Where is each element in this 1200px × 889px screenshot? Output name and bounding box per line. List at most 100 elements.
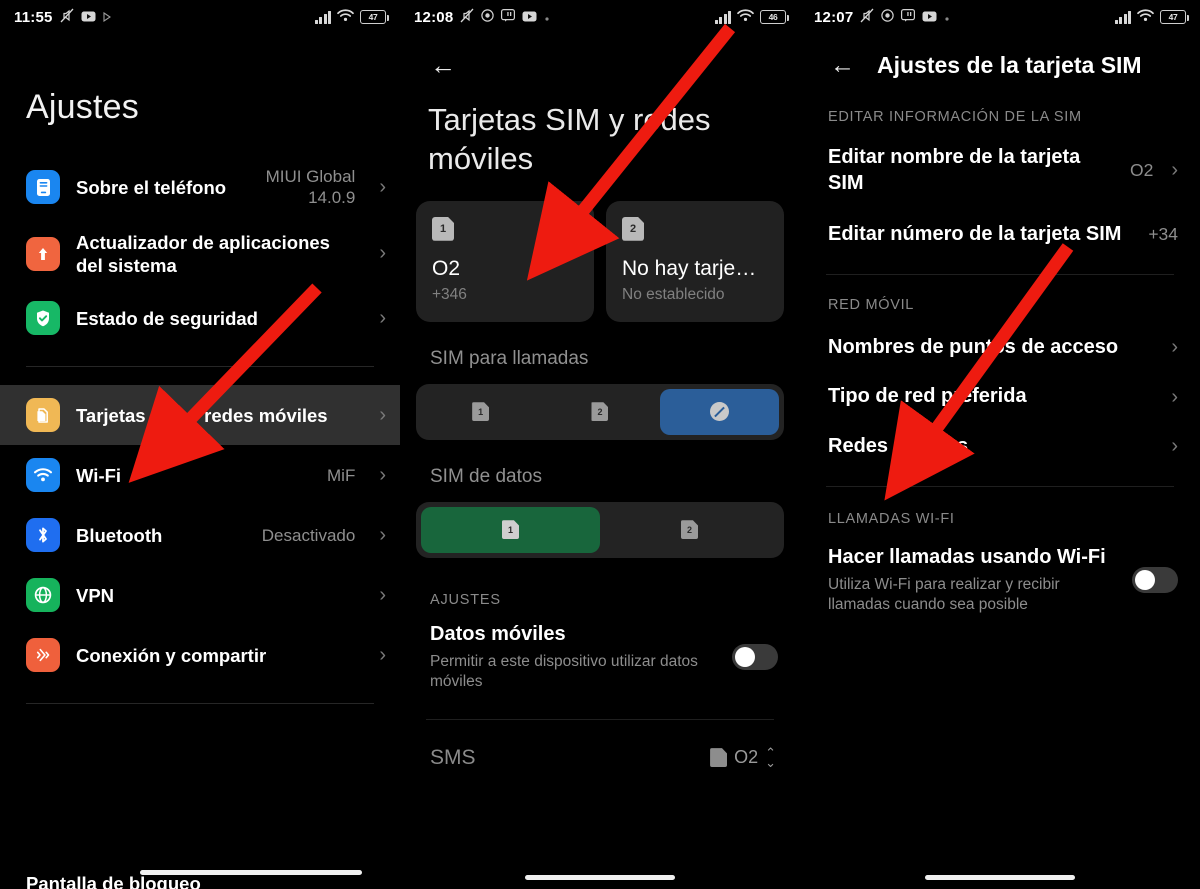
settings-row-vpn[interactable]: VPN › xyxy=(0,565,400,625)
signal-icon xyxy=(1114,10,1131,24)
sim-1-icon: 1 xyxy=(472,402,490,422)
mobile-data-row[interactable]: Datos móviles Permitir a este dispositiv… xyxy=(400,608,800,693)
chat-icon xyxy=(501,8,516,26)
sim-slot-badge: 2 xyxy=(622,216,644,241)
settings-row-bluetooth[interactable]: Bluetooth Desactivado › xyxy=(0,505,400,565)
back-arrow-icon[interactable]: ← xyxy=(400,34,800,78)
chevron-right-icon: › xyxy=(379,403,386,426)
home-indicator xyxy=(140,870,362,875)
wifi-calling-toggle[interactable] xyxy=(1132,567,1178,594)
battery-level: 46 xyxy=(768,12,778,22)
wifi-calling-row[interactable]: Hacer llamadas usando Wi-Fi Utiliza Wi-F… xyxy=(800,527,1200,616)
mobile-data-toggle[interactable] xyxy=(732,644,778,671)
sim-2-icon: 2 xyxy=(681,520,698,540)
calls-sim-option-2[interactable]: 2 xyxy=(540,389,659,435)
settings-row-label: Sobre el teléfono xyxy=(76,176,227,198)
chevron-right-icon: › xyxy=(379,306,386,329)
settings-row-security-status[interactable]: Estado de seguridad › xyxy=(0,288,400,348)
settings-row-value: Desactivado xyxy=(261,525,356,545)
list-divider xyxy=(26,703,374,705)
section-caption-wifi-calling: LLAMADAS WI-FI xyxy=(828,510,955,527)
row-access-point-names[interactable]: Nombres de puntos de acceso › xyxy=(800,313,1200,361)
ask-every-time-icon xyxy=(709,402,729,422)
youtube-icon xyxy=(522,9,537,26)
page-title: Ajustes xyxy=(26,88,139,126)
settings-row-sim-cards-networks[interactable]: Tarjetas SIM y redes móviles › xyxy=(0,385,400,446)
security-shield-icon xyxy=(26,301,60,336)
chevron-right-icon: › xyxy=(1171,435,1178,458)
chevron-updown-icon[interactable]: ⌃ ⌄ xyxy=(765,746,776,769)
sms-label: SMS xyxy=(430,745,476,769)
sms-value: O2 xyxy=(734,747,759,768)
wifi-calling-title: Hacer llamadas usando Wi-Fi xyxy=(828,545,1106,568)
sim-card-slot-2[interactable]: 2 No hay tarje… No establecido xyxy=(606,200,784,322)
calls-sim-option-1[interactable]: 1 xyxy=(421,389,540,435)
panel-sim-card-settings: 12:07 47 ← Ajustes de la tarjeta SIM EDI… xyxy=(800,0,1200,889)
battery-icon: 47 xyxy=(360,10,389,24)
chevron-right-icon: › xyxy=(379,643,386,666)
status-bar: 12:08 46 xyxy=(400,0,800,34)
wifi-icon xyxy=(337,8,354,26)
settings-row-connection-sharing[interactable]: Conexión y compartir › xyxy=(0,625,400,685)
app-bar: ← Ajustes de la tarjeta SIM xyxy=(800,34,1200,79)
mobile-data-title: Datos móviles xyxy=(430,622,566,645)
settings-row-label: Actualizador de aplicaciones del sistema xyxy=(76,231,330,276)
settings-row-system-app-updater[interactable]: Actualizador de aplicaciones del sistema… xyxy=(0,220,400,289)
settings-row-value: MiF xyxy=(327,465,356,485)
toggle-knob xyxy=(735,647,755,668)
settings-row-label: Pantalla de bloqueo xyxy=(26,873,201,889)
settings-row-label: Estado de seguridad xyxy=(76,307,258,329)
settings-row-phone-info[interactable]: Sobre el teléfono MIUI Global 14.0.9 › xyxy=(0,155,400,220)
sim-card-slot-1[interactable]: 1 O2 +346 xyxy=(416,200,594,322)
sim-card-number: +346 xyxy=(432,285,467,303)
chevron-right-icon: › xyxy=(379,523,386,546)
status-time: 11:55 xyxy=(14,8,53,26)
panel-sim-networks: 12:08 46 ← Tarjetas SIM y redes móviles … xyxy=(400,0,800,889)
sim-card-grid: 1 O2 +346 2 No hay tarje… No establecido xyxy=(400,179,800,322)
settings-row-label: Wi-Fi xyxy=(76,464,122,486)
sim-card-name: O2 xyxy=(432,256,461,280)
battery-icon: 47 xyxy=(1160,10,1189,24)
back-arrow-icon[interactable]: ← xyxy=(830,53,855,78)
row-preferred-network-type[interactable]: Tipo de red preferida › xyxy=(800,360,1200,410)
page-title: Ajustes de la tarjeta SIM xyxy=(877,52,1142,78)
mute-icon xyxy=(860,8,874,27)
chevron-right-icon: › xyxy=(379,242,386,265)
home-indicator xyxy=(925,875,1075,880)
sim-card-icon xyxy=(26,398,60,433)
row-value: +34 xyxy=(1148,224,1178,245)
chevron-right-icon: › xyxy=(1171,385,1178,408)
data-sim-option-1[interactable]: 1 xyxy=(421,506,600,553)
sim-card-name: No hay tarje… xyxy=(622,256,757,280)
row-edit-sim-name[interactable]: Editar nombre de la tarjeta SIM O2 › xyxy=(800,125,1200,196)
sms-row[interactable]: SMS O2 ⌃ ⌄ xyxy=(400,720,800,770)
system-update-icon xyxy=(26,236,60,271)
data-sim-option-2[interactable]: 2 xyxy=(600,507,779,553)
calls-sim-option-ask[interactable] xyxy=(659,388,779,435)
chat-icon xyxy=(901,8,916,26)
vpn-globe-icon xyxy=(26,578,60,613)
screenshot-triptych: 11:55 47 Ajustes Sobre el teléfono MIUI … xyxy=(0,0,1200,889)
sim-2-icon: 2 xyxy=(591,402,609,422)
signal-icon xyxy=(714,10,731,24)
status-time: 12:08 xyxy=(414,8,454,26)
settings-row-wifi[interactable]: Wi-Fi MiF › xyxy=(0,445,400,505)
connection-share-icon xyxy=(26,638,60,673)
phone-info-icon xyxy=(26,170,60,205)
youtube-icon xyxy=(81,9,96,26)
list-divider xyxy=(26,366,374,368)
bluetooth-icon xyxy=(26,518,60,553)
row-label: Editar nombre de la tarjeta SIM xyxy=(828,146,1081,194)
row-edit-sim-number[interactable]: Editar número de la tarjeta SIM +34 xyxy=(800,196,1200,248)
signal-icon xyxy=(314,10,331,24)
battery-icon: 46 xyxy=(760,10,789,24)
row-mobile-networks[interactable]: Redes móviles › xyxy=(800,410,1200,460)
sim-1-icon: 1 xyxy=(502,520,519,540)
settings-row-label: Bluetooth xyxy=(76,524,163,546)
row-label: Redes móviles xyxy=(828,434,969,457)
toggle-knob xyxy=(1135,570,1155,591)
wifi-icon xyxy=(26,458,60,493)
section-caption-sim-info: EDITAR INFORMACIÓN DE LA SIM xyxy=(828,109,1082,125)
chevron-right-icon: › xyxy=(379,463,386,486)
wifi-icon xyxy=(737,8,754,26)
